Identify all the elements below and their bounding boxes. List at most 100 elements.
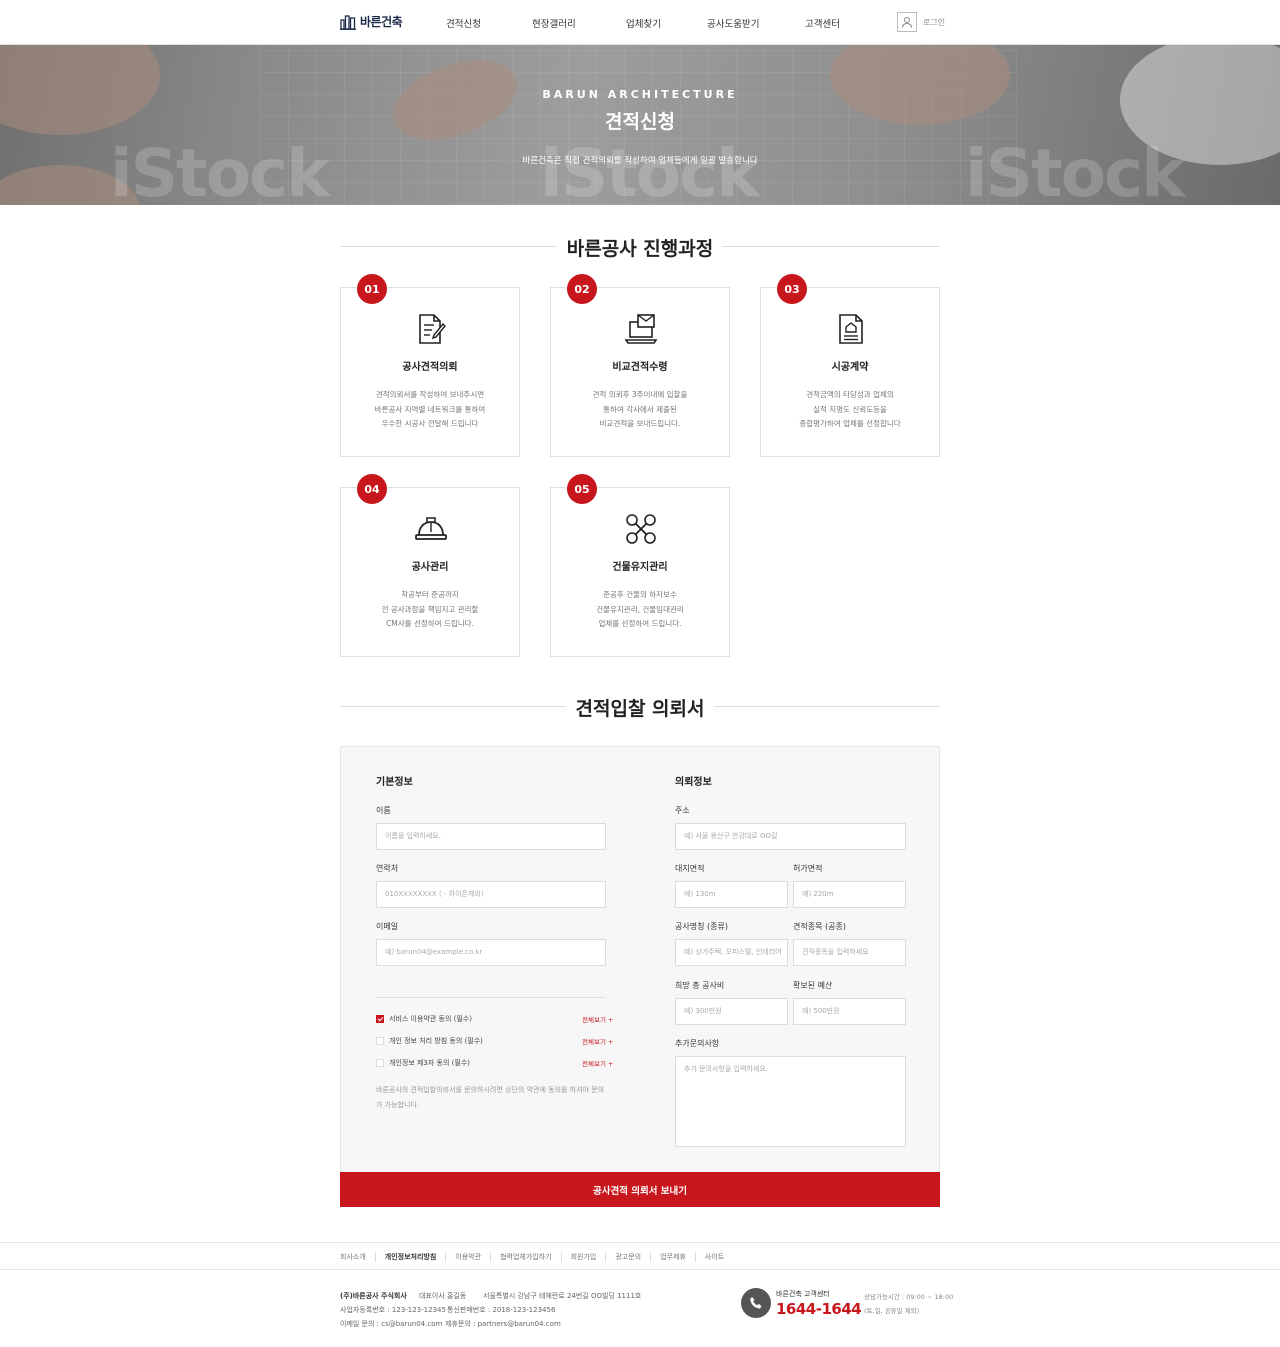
budget-input[interactable]: 예) 500만원: [793, 998, 906, 1025]
document-edit-icon: [419, 314, 446, 344]
step-title: 시공계약: [831, 362, 869, 373]
step-description: 견적의뢰서를 작성하여 보내주시면 바른공사 지역별 네트워크를 통하여 우수한 시…: [374, 390, 486, 428]
process-card: 04 공사관리 착공부터 준공까지 전 공사과정을 책임지고 관리할 CM사를 선정…: [340, 474, 520, 657]
extra-inquiry-label: 추가문의사항: [675, 1039, 720, 1048]
step-number-badge: 03: [777, 274, 807, 304]
company-name: (주)바른공사 주식회사: [340, 1292, 407, 1300]
address-label: 주소: [675, 806, 690, 815]
step-title: 공사견적의뢰: [402, 362, 458, 373]
login-label: 로그인: [923, 17, 946, 27]
work-type-label: 공사명칭 (종류): [675, 922, 728, 931]
step-description: 준공후 건물의 하자보수 건물유지관리, 건물임대관리 업체를 선정하여 드립니다.: [596, 590, 684, 628]
extra-inquiry-textarea[interactable]: 추가 문의사항을 입력하세요.: [675, 1056, 906, 1147]
login-button[interactable]: 로그인: [897, 12, 945, 32]
step-title: 비교견적수령: [612, 362, 668, 373]
watermark: iStock: [965, 135, 1185, 205]
view-terms-link[interactable]: 전체보기 +: [582, 1014, 613, 1024]
step-title: 공사관리: [411, 562, 449, 573]
process-card: 01 공사견적의뢰 견적의뢰서를 작성하여 보내주시면 바른공사 지역별 네트워크…: [340, 274, 520, 457]
request-title: 견적입찰 의뢰서: [565, 694, 715, 721]
contact-email: 이메일 문의 : cs@barun04.com: [340, 1320, 443, 1328]
nav-item-find-company[interactable]: 업체찾기: [626, 16, 661, 30]
email-input[interactable]: 예) barun04@example.co.kr: [376, 939, 606, 966]
company-address: 서울특별시 강남구 테헤란로 24번길 OO빌딩 1111호: [483, 1292, 642, 1300]
agree-terms-checkbox[interactable]: [376, 1015, 384, 1023]
holiday-note: (토,일, 공휴일 제외): [864, 1307, 920, 1315]
footer-link-privacy[interactable]: 개인정보처리방침: [374, 1252, 446, 1262]
hero-banner: iStock iStock iStock BARUN ARCHITECTURE …: [0, 45, 1280, 205]
step-number-badge: 01: [357, 274, 387, 304]
agree-third-party-label: 개인정보 제3자 동의 (필수): [389, 1059, 470, 1067]
permit-area-input[interactable]: 예) 220m: [793, 881, 906, 908]
footer-link-company[interactable]: 회사소개: [340, 1252, 375, 1262]
estimate-item-input[interactable]: 견적종목을 입력하세요: [793, 939, 906, 966]
hero-subtitle: BARUN ARCHITECTURE: [542, 88, 738, 101]
footer-link-partner-join[interactable]: 협력업체가입하기: [490, 1252, 561, 1262]
process-card: 03 시공계약 견적금액의 타당성과 업체의 실적 지명도 신뢰도등을 종합평가하여…: [760, 274, 940, 457]
consult-hours: 상담가능시간 : 09:00 ~ 18:00: [864, 1293, 954, 1301]
footer-link-business[interactable]: 업무제휴: [650, 1252, 695, 1262]
request-section-title: 견적입찰 의뢰서: [340, 694, 940, 721]
agree-privacy-checkbox[interactable]: [376, 1037, 384, 1045]
business-number: 사업자등록번호 : 123-123-12345: [340, 1306, 446, 1314]
hard-hat-icon: [415, 517, 447, 540]
step-description: 견적 의뢰후 3주이내에 입찰을 통하여 각사에서 제출된 비교견적을 보내드립니다…: [592, 390, 688, 428]
estimate-item-label: 견적종목 (공종): [793, 922, 846, 931]
step-title: 건물유지관리: [612, 562, 668, 573]
address-input[interactable]: 예) 서울 용산구 한강대로 OO길: [675, 823, 906, 850]
agree-privacy-label: 개인 정보 처리 방침 동의 (필수): [389, 1037, 483, 1045]
customer-center-label: 바른건축 고객센터: [776, 1290, 830, 1298]
view-privacy-link[interactable]: 전체보기 +: [582, 1036, 613, 1046]
process-card: 02 비교견적수령 견적 의뢰후 3주이내에 입찰을 통하여 각사에서 제출된 비교…: [550, 274, 730, 457]
request-info-heading: 의뢰정보: [675, 777, 712, 788]
phone-label: 연락처: [376, 864, 399, 873]
process-card: 05 건물유지관리 준공후 건물의 하자보수 건물유지관리, 건물임대관리 업체를 …: [550, 474, 730, 657]
hero-title: 견적신청: [605, 111, 675, 133]
divider: [376, 997, 606, 998]
user-icon: [897, 12, 917, 32]
hero-description: 바른건축은 직접 견적의뢰를 작성하여 업체들에게 일괄 발송합니다: [522, 156, 758, 166]
desired-cost-input[interactable]: 예) 300만원: [675, 998, 788, 1025]
site-area-label: 대지면적: [675, 864, 705, 873]
laptop-mail-icon: [624, 314, 658, 344]
building-logo-icon: [340, 14, 356, 30]
footer-link-ad-inquiry[interactable]: 광고문의: [605, 1252, 650, 1262]
partner-email: 제휴문의 : partners@barun04.com: [445, 1320, 561, 1328]
permit-area-label: 허가면적: [793, 864, 823, 873]
footer-link-sitemap[interactable]: 사이트: [694, 1252, 733, 1262]
contract-icon: [839, 314, 863, 344]
step-number-badge: 02: [567, 274, 597, 304]
footer-link-signup[interactable]: 회원가입: [560, 1252, 606, 1262]
name-label: 이름: [376, 806, 391, 815]
agree-terms-label: 서비스 이용약관 동의 (필수): [389, 1015, 472, 1023]
watermark: iStock: [110, 135, 330, 205]
phone-input[interactable]: 010XXXXXXXX ( - 하이픈제외): [376, 881, 606, 908]
company-ceo: 대표이사 홍길동: [419, 1292, 467, 1300]
nav-item-estimate[interactable]: 견적신청: [446, 16, 481, 30]
process-title: 바른공사 진행과정: [556, 234, 724, 261]
ecommerce-number: 통신판매번호 : 2018-123-123456: [447, 1306, 556, 1314]
watermark: iStock: [540, 135, 760, 205]
site-area-input[interactable]: 예) 130m: [675, 881, 788, 908]
nav-item-construction-help[interactable]: 공사도움받기: [707, 16, 759, 30]
submit-request-button[interactable]: 공사견적 의뢰서 보내기: [340, 1172, 940, 1207]
email-label: 이메일: [376, 922, 399, 931]
customer-center-phone[interactable]: 1644-1644: [776, 1300, 862, 1318]
logo[interactable]: 바른건축: [340, 13, 403, 30]
view-third-party-link[interactable]: 전체보기 +: [582, 1058, 613, 1068]
agree-third-party-checkbox[interactable]: [376, 1059, 384, 1067]
footer-link-terms[interactable]: 이용약관: [445, 1252, 490, 1262]
agreement-note: 바른공사의 견적입찰의뢰서를 문의하시려면 상단의 약관에 동의를 하셔야 문의…: [376, 1086, 605, 1109]
step-number-badge: 04: [357, 474, 387, 504]
process-section-title: 바른공사 진행과정: [340, 234, 940, 261]
nav-item-gallery[interactable]: 현장갤러리: [532, 16, 576, 30]
desired-cost-label: 희망 총 공사비: [675, 981, 725, 990]
step-number-badge: 05: [567, 474, 597, 504]
phone-icon: [741, 1288, 771, 1318]
name-input[interactable]: 이름을 입력하세요.: [376, 823, 606, 850]
step-description: 견적금액의 타당성과 업체의 실적 지명도 신뢰도등을 종합평가하여 업체를 선정합…: [799, 390, 901, 428]
budget-label: 확보된 예산: [793, 981, 833, 990]
footer-nav: 회사소개 개인정보처리방침 이용약관 협력업체가입하기 회원가입 광고문의 업무…: [0, 1242, 1280, 1270]
work-type-input[interactable]: 예) 상가주택, 오피스텔, 인테리어: [675, 939, 788, 966]
nav-item-customer-center[interactable]: 고객센터: [805, 16, 840, 30]
